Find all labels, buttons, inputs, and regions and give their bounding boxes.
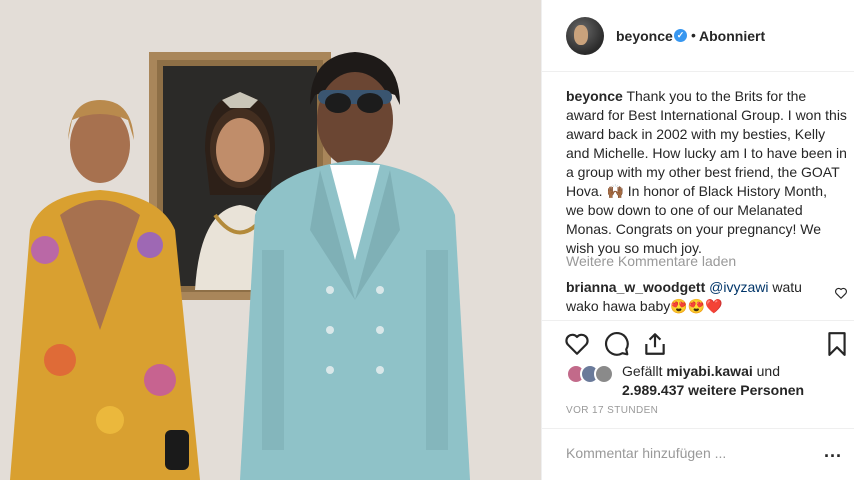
add-comment-bar: ... <box>542 428 854 480</box>
comment-username-link[interactable]: brianna_w_woodgett <box>566 279 705 295</box>
liker-username-link[interactable]: miyabi.kawai <box>666 363 752 379</box>
liker-avatar <box>594 364 614 384</box>
comment-item: brianna_w_woodgett @ivyzawi watu wako ha… <box>566 278 814 316</box>
comment-mention-link[interactable]: @ivyzawi <box>709 279 768 295</box>
comment-like-heart-icon[interactable] <box>834 286 848 300</box>
post-header: beyonce ✓ • Abonniert <box>542 0 854 72</box>
comment-icon[interactable] <box>604 331 630 357</box>
bookmark-icon[interactable] <box>824 331 850 357</box>
likers-avatars[interactable] <box>566 364 620 384</box>
post-timestamp[interactable]: VOR 17 STUNDEN <box>566 405 658 416</box>
likes-others-link[interactable]: 2.989.437 weitere Personen <box>622 382 804 398</box>
likes-prefix: Gefällt <box>622 363 663 379</box>
avatar[interactable] <box>566 17 604 55</box>
caption-username-link[interactable]: beyonce <box>566 88 623 104</box>
action-bar <box>542 320 854 360</box>
share-icon[interactable] <box>642 331 668 357</box>
post-caption: beyonce Thank you to the Brits for the a… <box>566 87 848 258</box>
post-image[interactable] <box>0 0 541 480</box>
follow-status-button[interactable]: Abonniert <box>699 28 765 44</box>
add-comment-input[interactable] <box>566 445 806 461</box>
more-options-button[interactable]: ... <box>824 441 842 462</box>
post-detail-panel: beyonce ✓ • Abonniert beyonce Thank you … <box>541 0 854 480</box>
load-more-comments-button[interactable]: Weitere Kommentare laden <box>566 253 736 269</box>
separator-dot: • <box>691 27 696 43</box>
verified-badge-icon: ✓ <box>674 29 687 42</box>
likes-summary: Gefällt miyabi.kawai und 2.989.437 weite… <box>622 362 804 400</box>
caption-text: Thank you to the Brits for the award for… <box>566 88 847 256</box>
heart-icon[interactable] <box>564 331 590 357</box>
username-link[interactable]: beyonce <box>616 28 673 44</box>
likes-conjunction: und <box>756 363 780 379</box>
post-photo-illustration <box>0 0 541 480</box>
